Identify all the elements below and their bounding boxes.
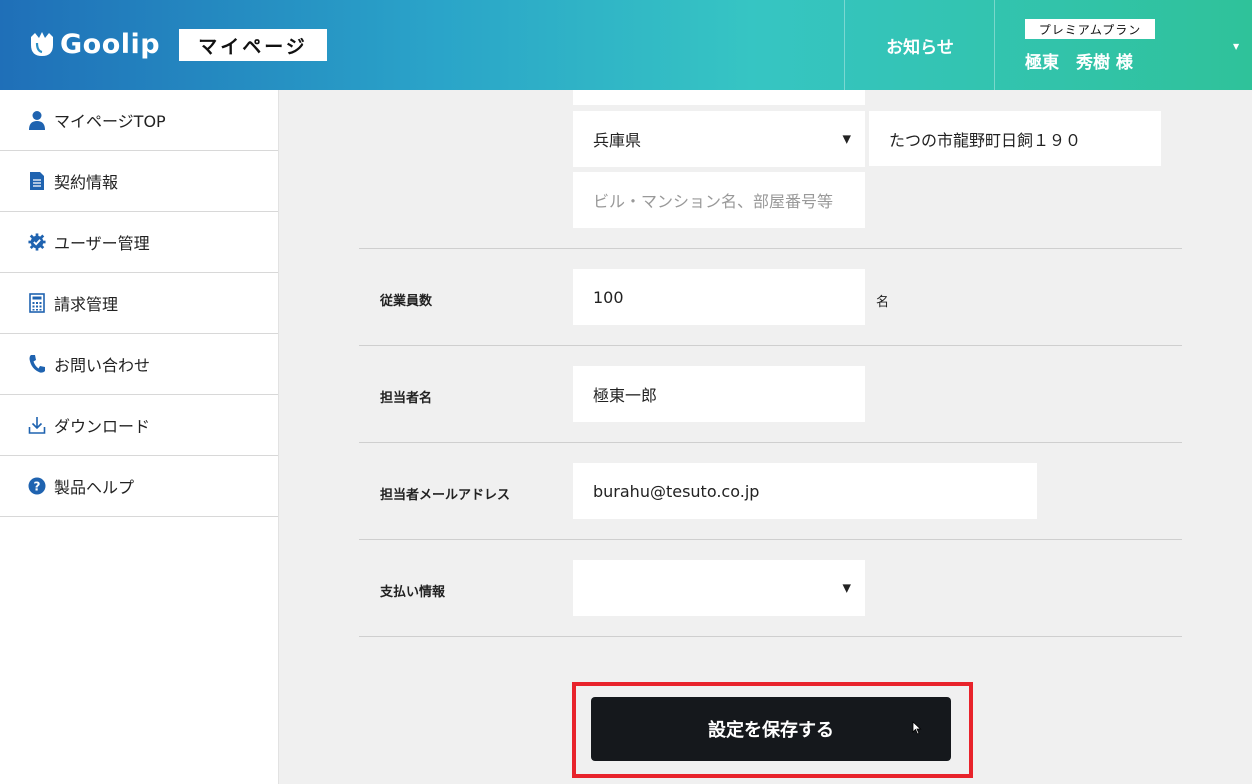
sidebar-item-label: お問い合わせ (54, 356, 151, 375)
prefecture-value: 兵庫県 (593, 131, 642, 150)
save-settings-button[interactable]: 設定を保存する (591, 697, 951, 761)
plan-badge: プレミアムプラン (1025, 19, 1155, 39)
row-divider (359, 539, 1182, 540)
sidebar-item-user-management[interactable]: ユーザー管理 (0, 212, 278, 273)
header-divider (994, 0, 995, 90)
address-input[interactable]: たつの市龍野町日飼１９０ (869, 111, 1161, 166)
phone-icon (28, 354, 46, 374)
user-name[interactable]: 極東 秀樹 様 (1025, 48, 1133, 73)
document-icon (28, 171, 46, 191)
sidebar-item-label: ユーザー管理 (54, 234, 150, 253)
mouse-cursor-icon (912, 720, 922, 735)
employees-label: 従業員数 (380, 294, 433, 309)
download-icon (28, 415, 46, 435)
logo-text: Goolip (60, 28, 161, 60)
sidebar-item-label: マイページTOP (54, 112, 166, 131)
payment-select[interactable]: ▼ (573, 560, 865, 616)
contact-email-input[interactable]: burahu@tesuto.co.jp (573, 463, 1037, 519)
employees-input[interactable]: 100 (573, 269, 865, 325)
row-divider (359, 248, 1182, 249)
postal-code-input[interactable] (573, 90, 865, 105)
contact-email-value: burahu@tesuto.co.jp (593, 481, 760, 501)
sidebar-item-billing[interactable]: 請求管理 (0, 273, 278, 334)
help-icon: ? (28, 476, 46, 496)
user-icon (28, 110, 46, 130)
sidebar-item-mypage-top[interactable]: マイページTOP (0, 90, 278, 151)
sidebar-item-label: ダウンロード (54, 417, 151, 436)
gear-check-icon (28, 232, 46, 252)
row-divider (359, 442, 1182, 443)
sidebar-item-contract[interactable]: 契約情報 (0, 151, 278, 212)
row-divider (359, 345, 1182, 346)
employees-value: 100 (593, 287, 624, 307)
contact-name-input[interactable]: 極東一郎 (573, 366, 865, 422)
sidebar-item-help[interactable]: ? 製品ヘルプ (0, 456, 278, 517)
employees-unit: 名 (876, 295, 890, 310)
select-caret-icon: ▼ (842, 132, 851, 146)
payment-label: 支払い情報 (380, 585, 446, 600)
sidebar: マイページTOP 契約情報 ユーザー管理 請求管理 お問い合わせ ダウンロード … (0, 90, 279, 784)
svg-text:?: ? (34, 480, 41, 494)
user-menu-caret-icon[interactable]: ▼ (1233, 42, 1239, 51)
tulip-logo-icon (28, 29, 56, 59)
contact-name-label: 担当者名 (380, 391, 433, 406)
sidebar-item-label: 請求管理 (54, 295, 119, 314)
row-divider (359, 636, 1182, 637)
calculator-icon (28, 293, 46, 313)
app-header: Goolip マイページ お知らせ プレミアムプラン 極東 秀樹 様 ▼ (0, 0, 1252, 90)
sidebar-item-label: 製品ヘルプ (54, 478, 135, 497)
contact-name-value: 極東一郎 (593, 386, 658, 405)
address-value: たつの市龍野町日飼１９０ (889, 130, 1082, 150)
sidebar-item-download[interactable]: ダウンロード (0, 395, 278, 456)
select-caret-icon: ▼ (842, 581, 851, 595)
settings-form: 兵庫県 ▼ たつの市龍野町日飼１９０ ビル・マンション名、部屋番号等 従業員数 … (280, 90, 1252, 784)
prefecture-select[interactable]: 兵庫県 ▼ (573, 111, 865, 167)
sidebar-item-label: 契約情報 (54, 173, 119, 192)
logo[interactable]: Goolip (28, 24, 160, 64)
sidebar-item-contact[interactable]: お問い合わせ (0, 334, 278, 395)
building-input[interactable]: ビル・マンション名、部屋番号等 (573, 172, 865, 228)
contact-email-label: 担当者メールアドレス (380, 488, 511, 503)
building-placeholder: ビル・マンション名、部屋番号等 (593, 192, 834, 211)
save-button-label: 設定を保存する (708, 720, 834, 741)
mypage-badge: マイページ (179, 29, 327, 61)
notice-link[interactable]: お知らせ (845, 0, 995, 90)
